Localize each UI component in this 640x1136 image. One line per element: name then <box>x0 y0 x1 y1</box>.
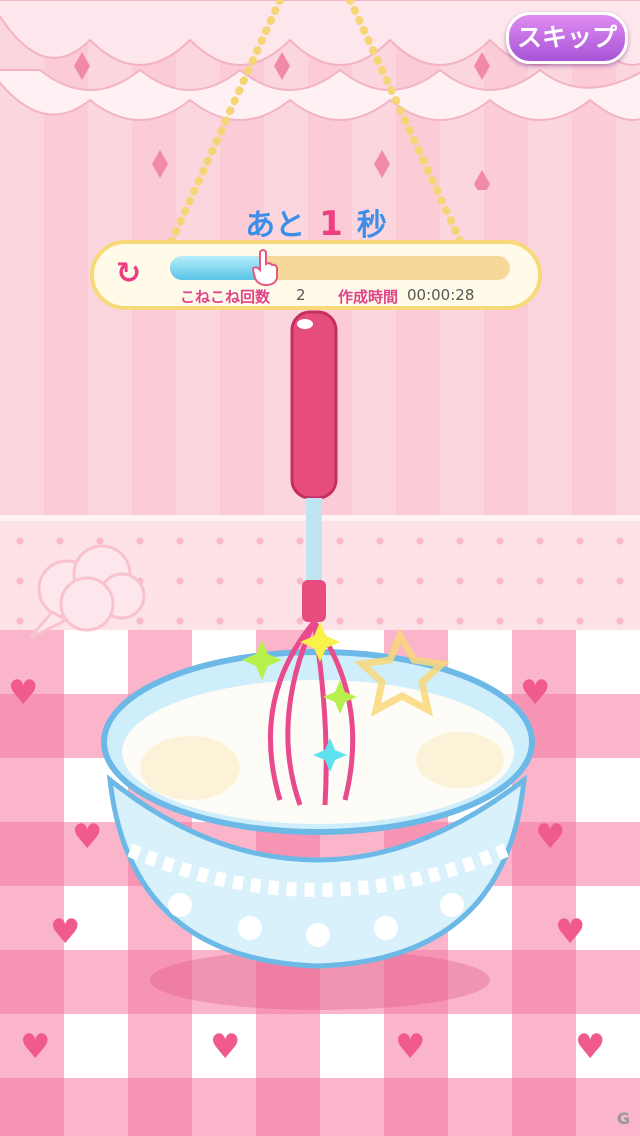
game-scene: ♥ ♥ ♥ ♥ ♥ ♥ ♥ ♥ ♥ ♥ スキップ あと 1 秒 ↻ こねこね回数… <box>0 0 640 1136</box>
timer-suffix: 秒 <box>356 208 387 243</box>
progress-panel: ↻ こねこね回数 2 作成時間 00:00:28 <box>90 240 542 310</box>
timer-prefix: あと <box>245 208 306 243</box>
watermark-logo: G <box>616 1109 630 1128</box>
whisk[interactable] <box>0 0 640 1136</box>
elapsed-time-label: 作成時間 <box>338 288 399 306</box>
time-remaining: あと 1 秒 <box>0 200 632 244</box>
skip-button[interactable]: スキップ <box>506 12 628 64</box>
hand-pointer-icon <box>251 249 278 286</box>
knead-count-label: こねこね回数 <box>180 288 271 306</box>
timer-seconds: 1 <box>319 204 343 244</box>
swirl-arrow-icon: ↻ <box>116 256 142 291</box>
elapsed-time-value: 00:00:28 <box>407 286 475 304</box>
knead-progress-bar <box>170 256 510 280</box>
knead-count-value: 2 <box>296 286 306 304</box>
